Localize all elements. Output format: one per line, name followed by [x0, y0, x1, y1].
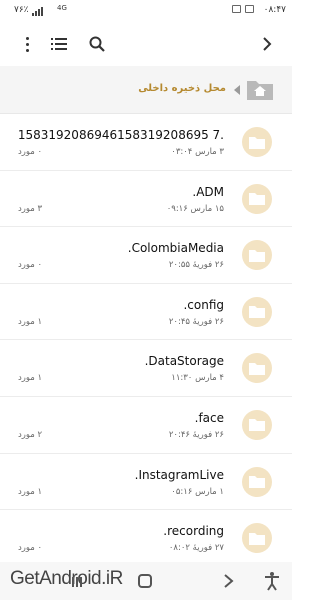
more-options-icon[interactable] [16, 33, 38, 55]
back-icon[interactable] [222, 573, 236, 589]
folder-icon [242, 240, 272, 271]
message-notification-icon [245, 5, 254, 13]
breadcrumb-caret-icon [234, 85, 240, 95]
folder-item-count: ۱ مورد [18, 373, 43, 384]
clock: ۰۸:۴۷ [263, 5, 286, 15]
list-view-icon[interactable] [48, 33, 70, 55]
folder-item-count: ۲ مورد [18, 429, 43, 440]
folder-row[interactable]: .face ۲۶ فوریهٔ ۲۰:۴۶ ۲ مورد [0, 397, 292, 454]
folder-date: ۲۷ فوریهٔ ۰۸:۰۲ [168, 543, 224, 554]
folder-date: ۲۶ فوریهٔ ۲۰:۵۵ [168, 260, 224, 271]
folder-item-count: ۰ مورد [18, 147, 43, 157]
chevron-right-icon[interactable] [256, 33, 278, 55]
breadcrumb: محل ذخیره داخلی [0, 66, 292, 114]
folder-date: ۱ مارس ۰۵:۱۶ [171, 486, 224, 497]
battery-level: ۷۶٪ [14, 5, 29, 15]
folder-item-count: ۱ مورد [18, 316, 43, 327]
toolbar [0, 22, 292, 66]
navigation-bar: GetAndroid.iR [0, 562, 292, 600]
folder-item-count: ۳ مورد [18, 203, 43, 214]
folder-row[interactable]: .DataStorage ۴ مارس ۱۱:۳۰ ۱ مورد [0, 340, 292, 397]
breadcrumb-current[interactable]: محل ذخیره داخلی [138, 83, 226, 94]
folder-name: .InstagramLive [134, 467, 224, 482]
folder-icon [242, 409, 272, 440]
signal-icon [32, 7, 43, 16]
folder-icon [242, 183, 272, 214]
folder-row[interactable]: .ADM ۱۵ مارس ۰۹:۱۶ ۳ مورد [0, 171, 292, 228]
folder-date: ۲۶ فوریهٔ ۲۰:۴۵ [168, 316, 224, 327]
watermark: GetAndroid.iR [10, 568, 123, 589]
home-folder-icon[interactable] [246, 77, 274, 101]
folder-item-count: ۰ مورد [18, 543, 43, 554]
network-type: 4G [57, 4, 67, 12]
folder-row[interactable]: .ColombiaMedia ۲۶ فوریهٔ ۲۰:۵۵ ۰ مورد [0, 227, 292, 284]
folder-icon [242, 127, 272, 157]
folder-date: ۴ مارس ۱۱:۳۰ [171, 373, 224, 384]
folder-date: ۱۵ مارس ۰۹:۱۶ [166, 203, 224, 214]
folder-name: .config [183, 297, 224, 312]
folder-name: 1583192086946158319208695 7. [17, 128, 224, 142]
folder-name: .face [194, 410, 224, 425]
folder-name: .recording [163, 524, 224, 539]
image-notification-icon [232, 5, 241, 13]
folder-name: .DataStorage [144, 354, 224, 369]
folder-name: .ADM [192, 184, 224, 199]
folder-icon [242, 296, 272, 327]
folder-row[interactable]: 1583192086946158319208695 7. ۳ مارس ۰۳:۰… [0, 114, 292, 171]
folder-icon [242, 466, 272, 497]
folder-row[interactable]: .InstagramLive ۱ مارس ۰۵:۱۶ ۱ مورد [0, 454, 292, 511]
notification-icons [232, 5, 254, 13]
status-bar: ۷۶٪ 4G ۰۸:۴۷ [0, 0, 292, 22]
folder-icon [242, 353, 272, 384]
folder-item-count: ۱ مورد [18, 486, 43, 497]
folder-item-count: ۰ مورد [18, 260, 43, 271]
file-list: 1583192086946158319208695 7. ۳ مارس ۰۳:۰… [0, 114, 292, 567]
folder-icon [242, 523, 272, 554]
folder-name: .ColombiaMedia [127, 241, 224, 256]
home-button-icon[interactable] [138, 574, 152, 588]
search-icon[interactable] [86, 33, 108, 55]
accessibility-icon[interactable] [264, 571, 280, 591]
folder-date: ۲۶ فوریهٔ ۲۰:۴۶ [168, 429, 224, 440]
folder-row[interactable]: .config ۲۶ فوریهٔ ۲۰:۴۵ ۱ مورد [0, 284, 292, 341]
folder-row[interactable]: .recording ۲۷ فوریهٔ ۰۸:۰۲ ۰ مورد [0, 510, 292, 567]
folder-date: ۳ مارس ۰۳:۰۴ [171, 147, 224, 157]
recent-apps-icon[interactable] [70, 574, 84, 588]
